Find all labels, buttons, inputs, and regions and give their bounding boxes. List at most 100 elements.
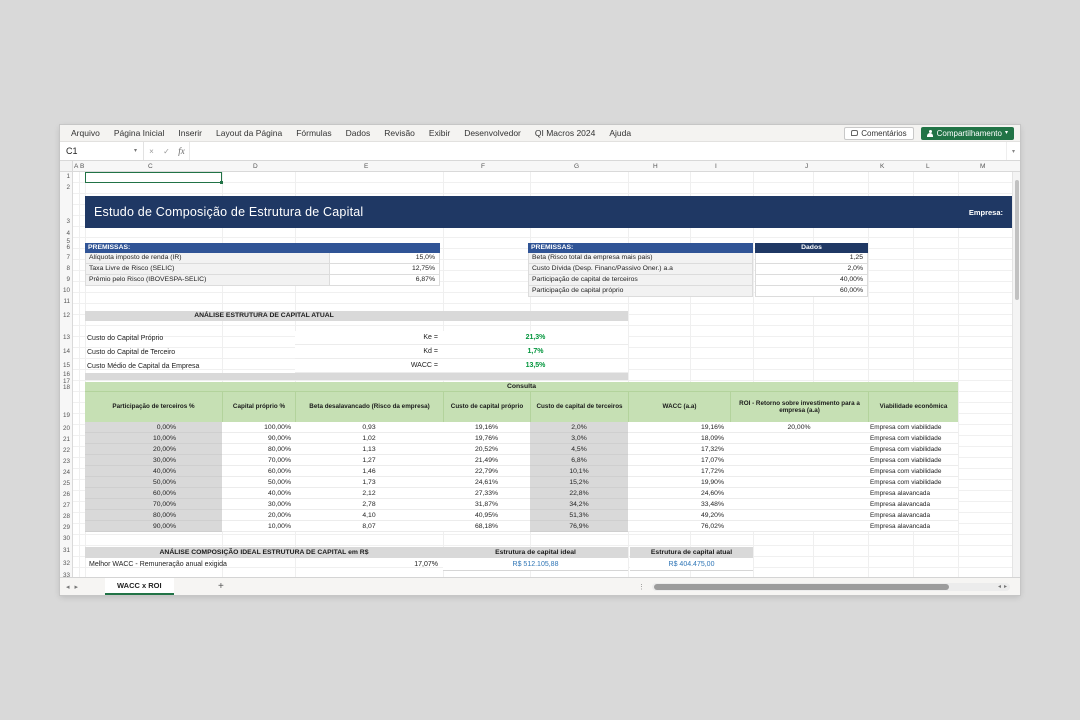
table-row[interactable]: 40,00% 60,00% 1,46 22,79% 10,1% 17,72% E… <box>85 466 958 477</box>
premissa-row[interactable]: Beta (Risco total da empresa mais pais) … <box>528 253 868 264</box>
cell-participacao-terceiros[interactable]: 30,00% <box>85 455 222 466</box>
cell-wacc[interactable]: 18,09% <box>628 433 730 444</box>
cell-viabilidade[interactable]: Empresa alavancada <box>868 499 958 510</box>
cell-capital-proprio[interactable]: 70,00% <box>222 455 295 466</box>
dados-header[interactable]: Dados <box>755 243 868 253</box>
premissa-row[interactable]: Alíquota imposto de renda (IR) 15,0% <box>85 253 440 264</box>
cell-custo-proprio[interactable]: 27,33% <box>443 488 530 499</box>
cell-roi[interactable] <box>730 455 868 466</box>
row-header-24[interactable]: 24 <box>63 469 70 476</box>
cell-participacao-terceiros[interactable]: 50,00% <box>85 477 222 488</box>
row-header-20[interactable]: 20 <box>63 425 70 432</box>
vertical-scrollbar-thumb[interactable] <box>1015 180 1019 300</box>
estrutura-atual-value[interactable]: R$ 404.475,00 <box>630 558 753 571</box>
cell-viabilidade[interactable]: Empresa alavancada <box>868 488 958 499</box>
cell-capital-proprio[interactable]: 60,00% <box>222 466 295 477</box>
share-button[interactable]: Compartilhamento ▾ <box>921 127 1014 140</box>
cell-custo-proprio[interactable]: 21,49% <box>443 455 530 466</box>
cell-beta[interactable]: 1,27 <box>295 455 443 466</box>
row-header-19[interactable]: 19 <box>63 412 70 419</box>
sheet-grid[interactable]: 1234567891011121314151617181920212223242… <box>60 172 1020 577</box>
cell-viabilidade[interactable]: Empresa alavancada <box>868 510 958 521</box>
premissas-left-header[interactable]: PREMISSAS: <box>85 243 440 253</box>
column-header-H[interactable]: H <box>653 163 658 170</box>
column-header-A[interactable]: A <box>74 163 78 170</box>
col-header-capital-proprio[interactable]: Capital próprio % <box>222 392 295 422</box>
cell-roi[interactable] <box>730 521 868 532</box>
cell-roi[interactable] <box>730 433 868 444</box>
cancel-icon[interactable]: × <box>144 142 159 160</box>
cell-beta[interactable]: 1,13 <box>295 444 443 455</box>
cell-participacao-terceiros[interactable]: 70,00% <box>85 499 222 510</box>
cell-beta[interactable]: 4,10 <box>295 510 443 521</box>
column-header-K[interactable]: K <box>880 163 884 170</box>
row-header-9[interactable]: 9 <box>66 276 70 283</box>
column-header-C[interactable]: C <box>148 163 153 170</box>
analise-atual-row[interactable]: Custo do Capital Próprio Ke = 21,3% <box>85 331 628 345</box>
ribbon-tab[interactable]: Revisão <box>377 128 422 138</box>
cell-roi[interactable] <box>730 466 868 477</box>
ribbon-tab[interactable]: Dados <box>339 128 378 138</box>
cell-viabilidade[interactable]: Empresa com viabilidade <box>868 477 958 488</box>
analise-ideal-header[interactable]: ANÁLISE COMPOSIÇÃO IDEAL ESTRUTURA DE CA… <box>85 547 443 558</box>
column-header-D[interactable]: D <box>253 163 258 170</box>
row-header-8[interactable]: 8 <box>66 265 70 272</box>
horizontal-scrollbar[interactable] <box>652 583 1010 591</box>
formula-input[interactable] <box>189 142 1006 160</box>
cell-capital-proprio[interactable]: 30,00% <box>222 499 295 510</box>
analise-atual-row[interactable]: Custo Médio de Capital da Empresa WACC =… <box>85 359 628 373</box>
sheet-prev-icon[interactable]: ◂ <box>66 583 70 591</box>
estrutura-ideal-value[interactable]: R$ 512.105,88 <box>443 558 628 571</box>
row-header-21[interactable]: 21 <box>63 436 70 443</box>
table-row[interactable]: 80,00% 20,00% 4,10 40,95% 51,3% 49,20% E… <box>85 510 958 521</box>
hscroll-left-icon[interactable]: ◂ <box>998 583 1001 590</box>
cell-capital-proprio[interactable]: 50,00% <box>222 477 295 488</box>
comments-button[interactable]: Comentários <box>844 127 913 140</box>
premissas-right-header[interactable]: PREMISSAS: <box>528 243 753 253</box>
col-header-roi[interactable]: ROI - Retorno sobre investimento para a … <box>730 392 868 422</box>
cell-viabilidade[interactable]: Empresa alavancada <box>868 521 958 532</box>
row-header-7[interactable]: 7 <box>66 254 70 261</box>
cell-beta[interactable]: 0,93 <box>295 422 443 433</box>
cell-roi[interactable]: 20,00% <box>730 422 868 433</box>
cell-custo-proprio[interactable]: 68,18% <box>443 521 530 532</box>
cell-capital-proprio[interactable]: 10,00% <box>222 521 295 532</box>
row-header-32[interactable]: 32 <box>63 560 70 567</box>
cell-wacc[interactable]: 49,20% <box>628 510 730 521</box>
table-row[interactable]: 70,00% 30,00% 2,78 31,87% 34,2% 33,48% E… <box>85 499 958 510</box>
cell-wacc[interactable]: 17,72% <box>628 466 730 477</box>
row-header-15[interactable]: 15 <box>63 362 70 369</box>
estrutura-atual-header[interactable]: Estrutura de capital atual <box>630 547 753 558</box>
row-header-18[interactable]: 18 <box>63 384 70 391</box>
cell-custo-terceiros[interactable]: 10,1% <box>530 466 628 477</box>
cell-wacc[interactable]: 17,32% <box>628 444 730 455</box>
cell-custo-terceiros[interactable]: 51,3% <box>530 510 628 521</box>
premissa-row[interactable]: Taxa Livre de Risco (SELIC) 12,75% <box>85 264 440 275</box>
cell-beta[interactable]: 1,73 <box>295 477 443 488</box>
col-header-viabilidade[interactable]: Viabilidade econômica <box>868 392 958 422</box>
row-header-14[interactable]: 14 <box>63 348 70 355</box>
cell-beta[interactable]: 2,78 <box>295 499 443 510</box>
analise-atual-header-extension[interactable] <box>443 311 628 321</box>
row-header-27[interactable]: 27 <box>63 502 70 509</box>
premissa-row[interactable]: Participação de capital próprio 60,00% <box>528 286 868 297</box>
melhor-wacc-label[interactable]: Melhor WACC - Remuneração anual exigida <box>87 558 327 571</box>
cell-custo-terceiros[interactable]: 76,9% <box>530 521 628 532</box>
scrollbar-splitter-icon[interactable]: ⋮ <box>638 578 645 595</box>
add-sheet-button[interactable]: + <box>218 578 224 595</box>
cell-beta[interactable]: 2,12 <box>295 488 443 499</box>
name-box-dropdown-icon[interactable]: ▾ <box>134 148 137 154</box>
table-row[interactable]: 90,00% 10,00% 8,07 68,18% 76,9% 76,02% E… <box>85 521 958 532</box>
row-header-10[interactable]: 10 <box>63 287 70 294</box>
cell-custo-proprio[interactable]: 31,87% <box>443 499 530 510</box>
cell-viabilidade[interactable]: Empresa com viabilidade <box>868 433 958 444</box>
row-header-30[interactable]: 30 <box>63 535 70 542</box>
column-header-G[interactable]: G <box>574 163 579 170</box>
table-row[interactable]: 10,00% 90,00% 1,02 19,76% 3,0% 18,09% Em… <box>85 433 958 444</box>
table-row[interactable]: 20,00% 80,00% 1,13 20,52% 4,5% 17,32% Em… <box>85 444 958 455</box>
row-header-33[interactable]: 33 <box>63 572 70 577</box>
cell-participacao-terceiros[interactable]: 90,00% <box>85 521 222 532</box>
col-header-beta-desalavancado[interactable]: Beta desalavancado (Risco da empresa) <box>295 392 443 422</box>
column-header-E[interactable]: E <box>364 163 368 170</box>
cell-capital-proprio[interactable]: 100,00% <box>222 422 295 433</box>
